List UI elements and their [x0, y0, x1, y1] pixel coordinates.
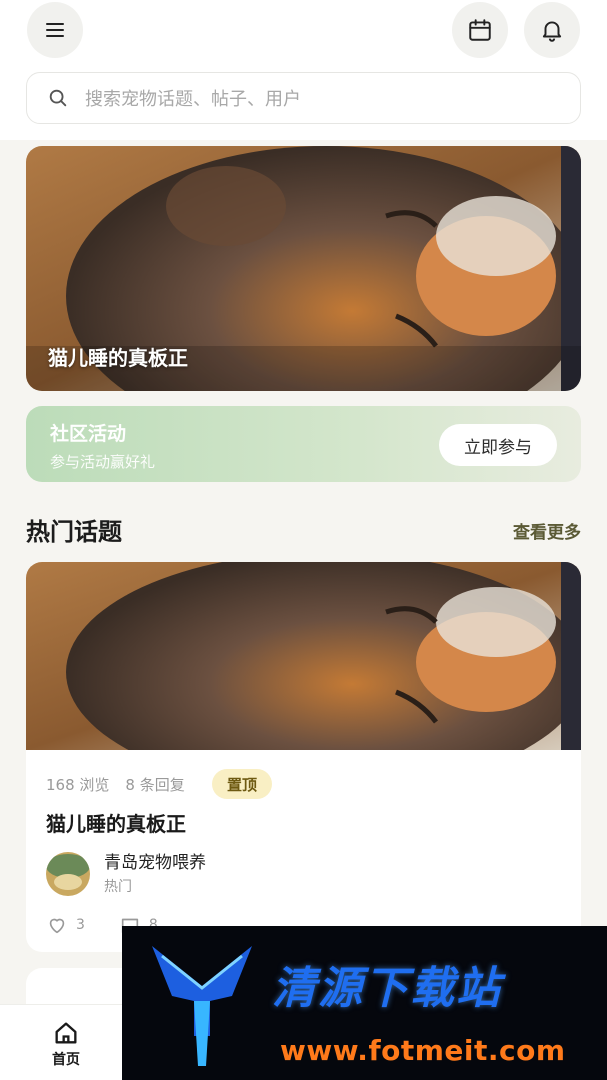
bell-icon	[542, 21, 562, 42]
join-now-button[interactable]: 立即参与	[439, 424, 557, 466]
author-tag: 热门	[104, 879, 132, 895]
activity-title: 社区活动	[50, 423, 127, 445]
community-activity-card[interactable]: 社区活动 参与活动赢好礼 立即参与	[26, 406, 581, 482]
tab-home[interactable]: 首页	[36, 1019, 96, 1069]
calendar-icon	[469, 19, 491, 41]
hot-post-card[interactable]: 168 浏览 8 条回复 置顶 猫儿睡的真板正 青岛宠物喂养 热门 3 8	[26, 562, 581, 952]
like-count: 3	[76, 917, 85, 933]
home-icon	[55, 1022, 77, 1044]
watermark-logo	[152, 946, 252, 1066]
search-icon	[49, 89, 67, 107]
author-name[interactable]: 青岛宠物喂养	[104, 848, 206, 873]
view-more-link[interactable]: 查看更多	[513, 518, 581, 543]
watermark-overlay: 清源下载站 www.fotmeit.com	[122, 926, 607, 1080]
featured-banner[interactable]: 猫儿睡的真板正	[26, 146, 581, 391]
watermark-url: www.fotmeit.com	[280, 1034, 566, 1067]
post-image	[26, 562, 581, 750]
pinned-badge: 置顶	[212, 769, 272, 799]
top-bar: 搜索宠物话题、帖子、用户	[0, 0, 607, 140]
post-meta: 168 浏览 8 条回复	[46, 774, 185, 795]
activity-subtitle: 参与活动赢好礼	[50, 453, 156, 471]
view-count: 168 浏览	[46, 776, 110, 794]
menu-button[interactable]	[27, 2, 83, 58]
search-placeholder: 搜索宠物话题、帖子、用户	[85, 89, 301, 110]
avatar[interactable]	[46, 852, 90, 896]
hot-topics-heading: 热门话题	[26, 518, 122, 546]
post-title[interactable]: 猫儿睡的真板正	[46, 808, 186, 837]
calendar-button[interactable]	[452, 2, 508, 58]
banner-title: 猫儿睡的真板正	[48, 346, 188, 370]
heart-icon[interactable]	[46, 914, 68, 936]
reply-count: 8 条回复	[125, 776, 185, 794]
notification-button[interactable]	[524, 2, 580, 58]
tab-home-label: 首页	[52, 1052, 80, 1068]
search-input[interactable]: 搜索宠物话题、帖子、用户	[26, 72, 581, 124]
menu-icon	[46, 23, 64, 37]
watermark-title: 清源下载站	[272, 963, 502, 1014]
